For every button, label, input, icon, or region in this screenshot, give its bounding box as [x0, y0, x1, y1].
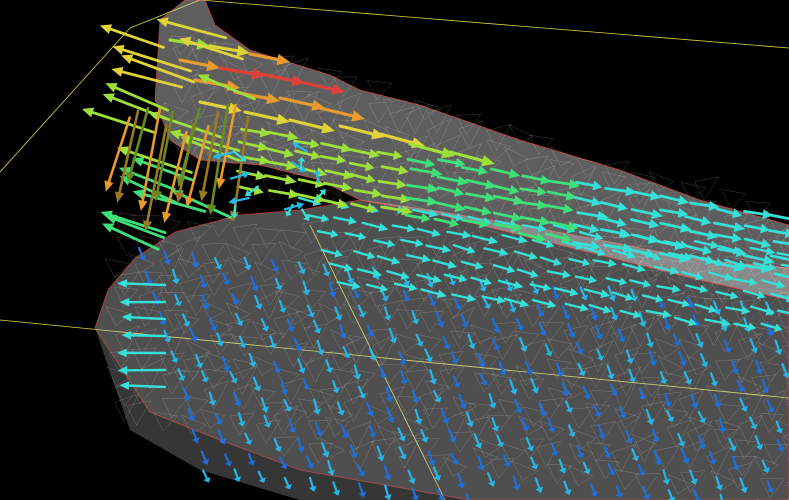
velocity-arrow-head: [175, 191, 185, 203]
render-viewport[interactable]: [0, 0, 789, 500]
velocity-arrow: [319, 198, 340, 205]
velocity-arrow-head: [99, 24, 113, 34]
velocity-arrow: [299, 160, 303, 171]
velocity-arrow-head: [111, 66, 124, 77]
velocity-arrow-head: [121, 54, 134, 64]
velocity-arrow: [233, 204, 237, 215]
velocity-arrow: [130, 316, 167, 321]
velocity-arrow: [127, 384, 167, 389]
velocity-arrow: [316, 173, 320, 184]
velocity-arrow: [297, 178, 318, 185]
mesh-triangle: [694, 176, 719, 202]
velocity-arrow: [129, 334, 167, 338]
velocity-arrow-head: [162, 211, 172, 223]
velocity-arrow: [146, 123, 168, 223]
velocity-arrow: [229, 173, 245, 180]
velocity-arrow-head: [296, 201, 305, 210]
velocity-arrow-head: [105, 214, 118, 225]
velocity-arrow-head: [112, 44, 125, 55]
velocity-arrow-head: [82, 107, 95, 118]
velocity-arrow-head: [216, 177, 226, 189]
velocity-arrow-head: [115, 191, 125, 203]
velocity-arrow: [110, 226, 160, 251]
velocity-arrow-head: [104, 180, 114, 192]
mesh-triangle: [721, 189, 746, 209]
velocity-arrow: [125, 282, 167, 287]
velocity-arrow: [127, 170, 176, 191]
velocity-arrow: [268, 189, 291, 196]
bounding-box-edge: [199, 0, 789, 49]
vector-field-scene[interactable]: [0, 0, 789, 500]
velocity-arrow-head: [284, 174, 297, 185]
velocity-arrow-head: [102, 93, 115, 103]
velocity-arrow-head: [138, 199, 148, 211]
velocity-arrow: [109, 27, 165, 49]
velocity-arrow-head: [198, 190, 208, 202]
